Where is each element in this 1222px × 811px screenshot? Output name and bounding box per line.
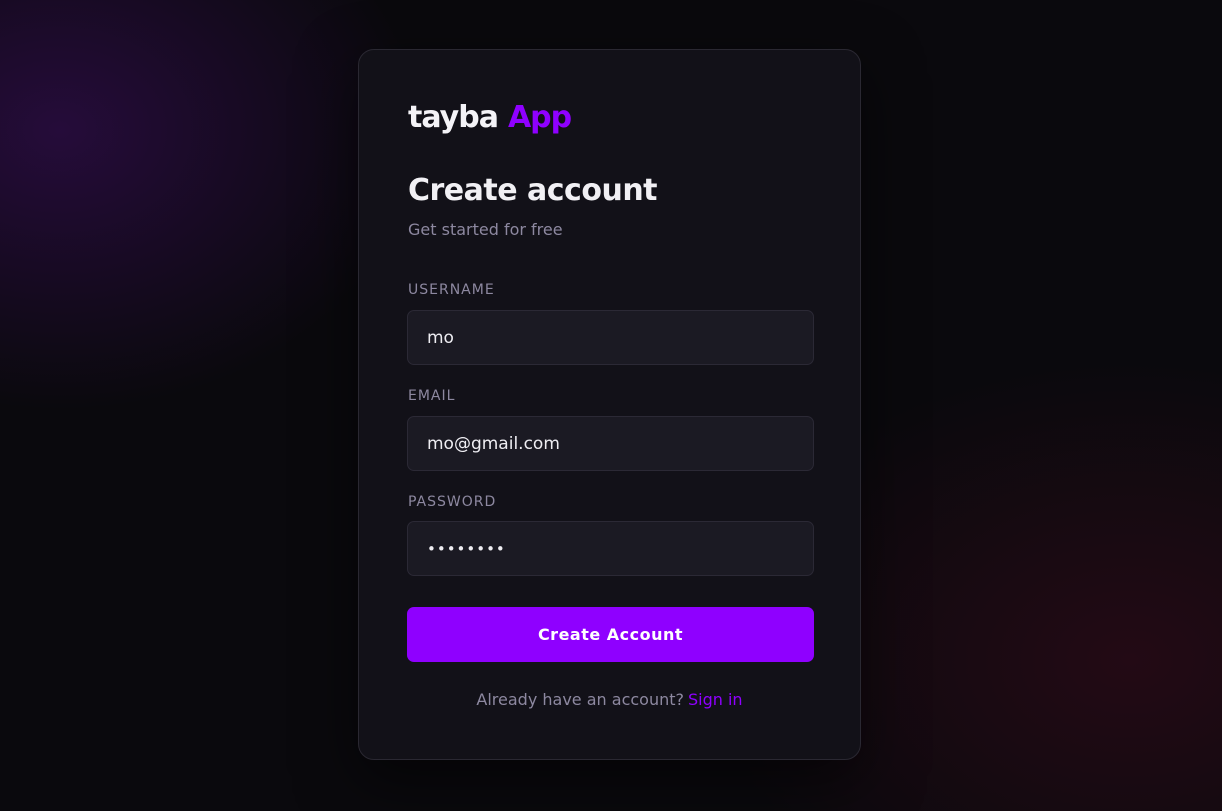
signin-prompt-text: Already have an account? — [476, 690, 684, 709]
email-label: EMAIL — [408, 388, 456, 404]
page-title: Create account — [408, 173, 658, 208]
signin-prompt: Already have an account? Sign in — [359, 690, 860, 710]
logo-word-tayba: tayba — [408, 100, 499, 135]
logo-word-app: App — [507, 100, 572, 135]
username-label: USERNAME — [408, 282, 495, 298]
create-account-button[interactable]: Create Account — [407, 607, 814, 662]
email-input[interactable] — [407, 416, 814, 471]
password-input[interactable] — [407, 521, 814, 576]
app-logo: tayba App — [408, 100, 572, 135]
page-subtitle: Get started for free — [408, 220, 563, 239]
password-label: PASSWORD — [408, 494, 497, 510]
sign-in-link[interactable]: Sign in — [688, 690, 743, 709]
signup-card: tayba App Create account Get started for … — [358, 49, 861, 760]
username-input[interactable] — [407, 310, 814, 365]
